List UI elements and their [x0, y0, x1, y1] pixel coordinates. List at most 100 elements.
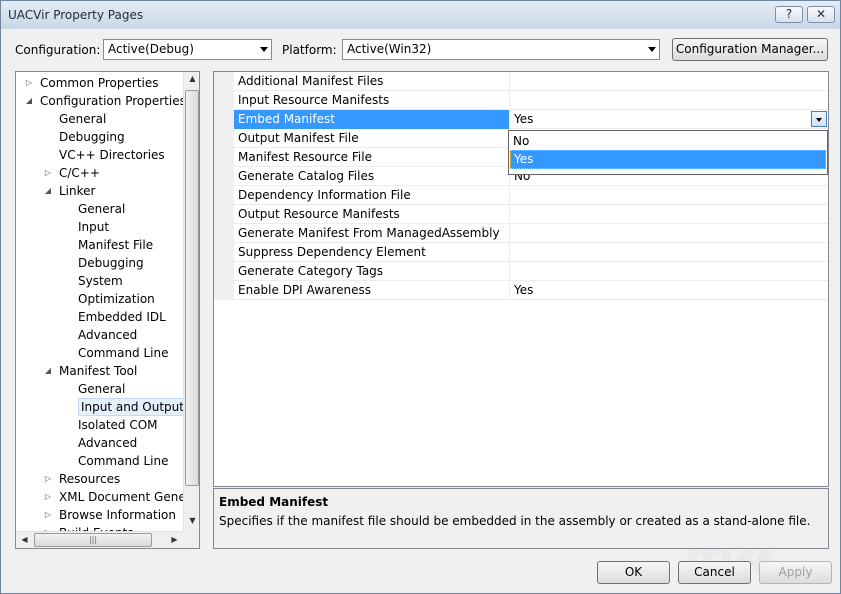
row-margin [214, 243, 234, 261]
property-value[interactable] [510, 243, 828, 262]
property-value[interactable] [510, 224, 828, 243]
property-row[interactable]: Embed Manifest Yes [214, 110, 828, 129]
tree-item[interactable]: Linker [59, 182, 95, 200]
property-name[interactable]: Dependency Information File [234, 186, 510, 205]
collapse-arrow-icon[interactable]: ◢ [43, 182, 53, 200]
close-button[interactable]: ✕ [807, 6, 835, 23]
cancel-button[interactable]: Cancel [678, 561, 751, 584]
embed-manifest-dropdown[interactable]: No Yes [508, 130, 828, 175]
property-name[interactable]: Additional Manifest Files [234, 72, 510, 91]
property-name[interactable]: Input Resource Manifests [234, 91, 510, 110]
tree-item[interactable]: Command Line [78, 344, 169, 362]
dropdown-arrow-icon[interactable] [811, 111, 827, 127]
scroll-down-icon[interactable]: ▼ [184, 516, 199, 525]
tree-horizontal-scrollbar[interactable]: ◀ ||| ▶ [16, 531, 183, 548]
property-row[interactable]: Additional Manifest Files [214, 72, 828, 91]
tree-item[interactable]: General [59, 110, 106, 128]
tree-item[interactable]: Input [78, 218, 109, 236]
apply-button[interactable]: Apply [759, 561, 832, 584]
help-button[interactable]: ? [775, 6, 803, 23]
configuration-select[interactable]: Active(Debug) [103, 39, 272, 60]
description-panel: Embed Manifest Specifies if the manifest… [213, 488, 829, 549]
property-name[interactable]: Embed Manifest [234, 110, 510, 129]
platform-value: Active(Win32) [347, 42, 432, 56]
tree-item[interactable]: System [78, 272, 123, 290]
tree-item[interactable]: Advanced [78, 434, 137, 452]
property-name[interactable]: Output Manifest File [234, 129, 510, 148]
ok-button[interactable]: OK [597, 561, 670, 584]
tree-item[interactable]: Debugging [78, 254, 144, 272]
property-name[interactable]: Enable DPI Awareness [234, 281, 510, 300]
property-name[interactable]: Suppress Dependency Element [234, 243, 510, 262]
property-name[interactable]: Output Resource Manifests [234, 205, 510, 224]
scroll-thumb[interactable] [185, 90, 199, 486]
collapse-arrow-icon[interactable]: ◢ [43, 362, 53, 380]
scroll-up-icon[interactable]: ▲ [184, 74, 199, 83]
tree-item[interactable]: Resources [59, 470, 120, 488]
expand-arrow-icon[interactable]: ▷ [24, 74, 34, 92]
tree-item[interactable]: VC++ Directories [59, 146, 165, 164]
row-margin [214, 186, 234, 204]
property-row[interactable]: Dependency Information File [214, 186, 828, 205]
tree-item[interactable]: C/C++ [59, 164, 100, 182]
property-value[interactable] [510, 186, 828, 205]
property-name[interactable]: Manifest Resource File [234, 148, 510, 167]
tree-item[interactable]: XML Document Genera [59, 488, 198, 506]
scroll-corner [183, 531, 199, 548]
scroll-left-icon[interactable]: ◀ [16, 535, 33, 544]
chevron-down-icon [260, 47, 268, 52]
expand-arrow-icon[interactable]: ▷ [43, 470, 53, 488]
configuration-manager-button[interactable]: Configuration Manager... [672, 38, 828, 61]
row-margin [214, 281, 234, 299]
property-row[interactable]: Generate Manifest From ManagedAssembly [214, 224, 828, 243]
title-bar: UACVir Property Pages ? ✕ [1, 1, 840, 29]
property-name[interactable]: Generate Catalog Files [234, 167, 510, 186]
platform-label: Platform: [282, 43, 337, 57]
tree-item[interactable]: Input and Output [78, 398, 187, 416]
tree-item[interactable]: Common Properties [40, 74, 159, 92]
collapse-arrow-icon[interactable]: ◢ [24, 92, 34, 110]
tree-item[interactable]: Command Line [78, 452, 169, 470]
scroll-right-icon[interactable]: ▶ [166, 535, 183, 544]
window-title: UACVir Property Pages [8, 8, 144, 22]
property-row[interactable]: Output Resource Manifests [214, 205, 828, 224]
property-row[interactable]: Enable DPI Awareness Yes [214, 281, 828, 300]
tree-item[interactable]: Browse Information [59, 506, 176, 524]
chevron-down-icon [648, 47, 656, 52]
property-value[interactable] [510, 205, 828, 224]
property-value[interactable] [510, 72, 828, 91]
property-row[interactable]: Suppress Dependency Element [214, 243, 828, 262]
property-row[interactable]: Generate Category Tags [214, 262, 828, 281]
row-margin [214, 224, 234, 242]
tree-vertical-scrollbar[interactable]: ▲ ▼ [183, 72, 199, 531]
expand-arrow-icon[interactable]: ▷ [43, 506, 53, 524]
tree-item[interactable]: Optimization [78, 290, 155, 308]
tree-item[interactable]: Debugging [59, 128, 125, 146]
dropdown-option[interactable]: No [510, 132, 826, 151]
dropdown-option[interactable]: Yes [510, 150, 826, 169]
tree-item[interactable]: Manifest Tool [59, 362, 137, 380]
tree-item[interactable]: General [78, 200, 125, 218]
property-value[interactable] [510, 91, 828, 110]
configuration-value: Active(Debug) [108, 42, 194, 56]
platform-select[interactable]: Active(Win32) [342, 39, 660, 60]
category-tree[interactable]: ▷ Common Properties ◢ Configuration Propert… [15, 71, 200, 549]
expand-arrow-icon[interactable]: ▷ [43, 164, 53, 182]
property-name[interactable]: Generate Manifest From ManagedAssembly [234, 224, 510, 243]
description-text: Specifies if the manifest file should be… [219, 514, 811, 528]
property-row[interactable]: Input Resource Manifests [214, 91, 828, 110]
tree-item[interactable]: Embedded IDL [78, 308, 166, 326]
property-value[interactable] [510, 262, 828, 281]
property-name[interactable]: Generate Category Tags [234, 262, 510, 281]
tree-item[interactable]: Manifest File [78, 236, 153, 254]
tree-item[interactable]: Configuration Properties [40, 92, 186, 110]
property-value[interactable]: Yes [510, 281, 828, 300]
row-margin [214, 129, 234, 147]
property-pages-window: UACVir Property Pages ? ✕ Configuration:… [0, 0, 841, 594]
property-value[interactable]: Yes [510, 110, 828, 129]
scroll-thumb[interactable]: ||| [34, 533, 152, 547]
tree-item[interactable]: General [78, 380, 125, 398]
tree-item[interactable]: Advanced [78, 326, 137, 344]
tree-item[interactable]: Isolated COM [78, 416, 158, 434]
expand-arrow-icon[interactable]: ▷ [43, 488, 53, 506]
